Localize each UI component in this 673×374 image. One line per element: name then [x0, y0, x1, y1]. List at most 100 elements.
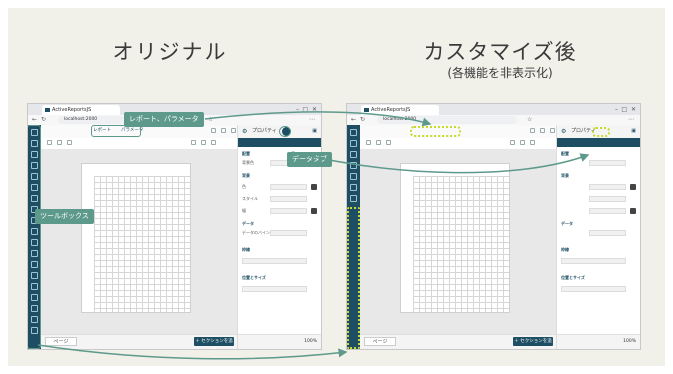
- back-icon[interactable]: ←: [351, 116, 356, 124]
- maximize-icon[interactable]: □: [621, 106, 627, 113]
- toolbox-item-icon[interactable]: [350, 195, 357, 202]
- property-row: データのバインディング: [242, 229, 317, 237]
- menu-icon[interactable]: ⋯: [628, 116, 634, 124]
- property-field[interactable]: [270, 184, 307, 190]
- original-screenshot: ActiveReportsJS – □ ✕ ← ↻ localhost:2000…: [27, 103, 322, 350]
- section-heading: データ: [242, 221, 254, 226]
- maximize-icon[interactable]: □: [302, 106, 308, 113]
- format-button-icon[interactable]: [47, 140, 52, 145]
- minimize-icon[interactable]: –: [296, 106, 299, 113]
- properties-gear-icon[interactable]: ⚙: [561, 125, 566, 138]
- minimize-icon[interactable]: –: [615, 106, 618, 113]
- property-field[interactable]: [561, 258, 626, 264]
- report-page[interactable]: [81, 163, 191, 313]
- property-label: 幅: [242, 208, 246, 213]
- property-field[interactable]: [589, 160, 626, 166]
- refresh-icon[interactable]: ↻: [41, 116, 46, 124]
- back-icon[interactable]: ←: [32, 116, 37, 124]
- toolbox-item-icon[interactable]: [350, 162, 357, 169]
- color-swatch[interactable]: [311, 184, 317, 190]
- property-field[interactable]: [270, 196, 307, 202]
- close-icon[interactable]: ✕: [312, 106, 317, 113]
- property-field[interactable]: [589, 208, 626, 214]
- zoom-level[interactable]: 100%: [304, 339, 317, 344]
- format-button-icon[interactable]: [510, 140, 515, 145]
- url-input[interactable]: localhost:2000: [377, 116, 517, 124]
- format-button-icon[interactable]: [201, 140, 206, 145]
- browser-tab-title: ActiveReportsJS: [371, 107, 411, 113]
- toolbox-highlight: [28, 125, 41, 349]
- toolbox-item-icon[interactable]: [350, 173, 357, 180]
- panel-subheader: [557, 138, 640, 147]
- menu-icon[interactable]: [350, 129, 357, 136]
- design-canvas[interactable]: [41, 149, 238, 335]
- property-field[interactable]: [589, 230, 626, 236]
- panel-toggle-icon[interactable]: ▣: [631, 125, 636, 138]
- add-section-button[interactable]: ＋ セクションを追加: [194, 337, 234, 349]
- property-row: スタイル: [242, 195, 317, 203]
- status-bar: 100%: [238, 334, 321, 349]
- section-heading: データ: [561, 221, 573, 226]
- property-row: [242, 257, 317, 265]
- toolbar-button-icon[interactable]: [550, 128, 555, 133]
- refresh-icon[interactable]: ↻: [360, 116, 365, 124]
- format-button-icon[interactable]: [57, 140, 62, 145]
- toolbar-button-icon[interactable]: [540, 128, 545, 133]
- favicon-icon: [45, 108, 50, 112]
- section-heading: 背景: [242, 173, 250, 178]
- format-button-icon[interactable]: [67, 140, 72, 145]
- property-field[interactable]: [589, 196, 626, 202]
- color-swatch[interactable]: [630, 184, 636, 190]
- page-tab[interactable]: ページ: [364, 337, 396, 346]
- color-swatch[interactable]: [311, 208, 317, 214]
- close-icon[interactable]: ✕: [631, 106, 636, 113]
- property-label: 背景色: [242, 160, 254, 165]
- browser-tab[interactable]: ActiveReportsJS: [42, 105, 120, 115]
- add-section-button[interactable]: ＋ セクションを追加: [513, 337, 553, 349]
- section-heading: 位置とサイズ: [242, 275, 266, 280]
- design-canvas[interactable]: [360, 149, 557, 335]
- property-row: [561, 183, 636, 191]
- page-tab[interactable]: ページ: [45, 337, 77, 346]
- toolbar-button-icon[interactable]: [530, 128, 535, 133]
- section-bar: ページ ＋ セクションを追加: [41, 334, 238, 349]
- property-row: [561, 159, 636, 167]
- format-button-icon[interactable]: [386, 140, 391, 145]
- properties-gear-icon[interactable]: ⚙: [242, 125, 247, 138]
- property-field[interactable]: [242, 286, 307, 292]
- property-field[interactable]: [561, 286, 626, 292]
- zoom-level[interactable]: 100%: [623, 339, 636, 344]
- report-page[interactable]: [400, 163, 510, 313]
- data-tab-highlight: [279, 126, 291, 137]
- format-button-icon[interactable]: [376, 140, 381, 145]
- extension-icon[interactable]: ☆: [208, 116, 213, 124]
- menu-icon[interactable]: ⋯: [309, 116, 315, 124]
- property-field[interactable]: [270, 208, 307, 214]
- format-button-icon[interactable]: [530, 140, 535, 145]
- toolbox-item-icon[interactable]: [350, 151, 357, 158]
- callout-data-tab: データタブ: [287, 152, 332, 167]
- hidden-data-tab-marker: [592, 127, 610, 137]
- format-button-icon[interactable]: [520, 140, 525, 145]
- toolbar-button-icon[interactable]: [231, 128, 236, 133]
- toolbar-button-icon[interactable]: [211, 128, 216, 133]
- property-label: スタイル: [242, 196, 258, 201]
- property-field[interactable]: [242, 258, 307, 264]
- property-row: [561, 229, 636, 237]
- toolbox-item-icon[interactable]: [350, 184, 357, 191]
- property-field[interactable]: [589, 184, 626, 190]
- format-button-icon[interactable]: [211, 140, 216, 145]
- property-field[interactable]: [270, 230, 307, 236]
- extension-icon[interactable]: ☆: [527, 116, 532, 124]
- format-button-icon[interactable]: [191, 140, 196, 145]
- property-row: [561, 257, 636, 265]
- toolbar-button-icon[interactable]: [221, 128, 226, 133]
- color-swatch[interactable]: [630, 208, 636, 214]
- panel-tab-properties[interactable]: プロパティ: [252, 125, 277, 138]
- format-button-icon[interactable]: [366, 140, 371, 145]
- browser-tab[interactable]: ActiveReportsJS: [361, 105, 439, 115]
- toolbox-item-icon[interactable]: [350, 140, 357, 147]
- property-row: [561, 285, 636, 293]
- panel-toggle-icon[interactable]: ▣: [312, 125, 317, 138]
- panel-subheader: [238, 138, 321, 147]
